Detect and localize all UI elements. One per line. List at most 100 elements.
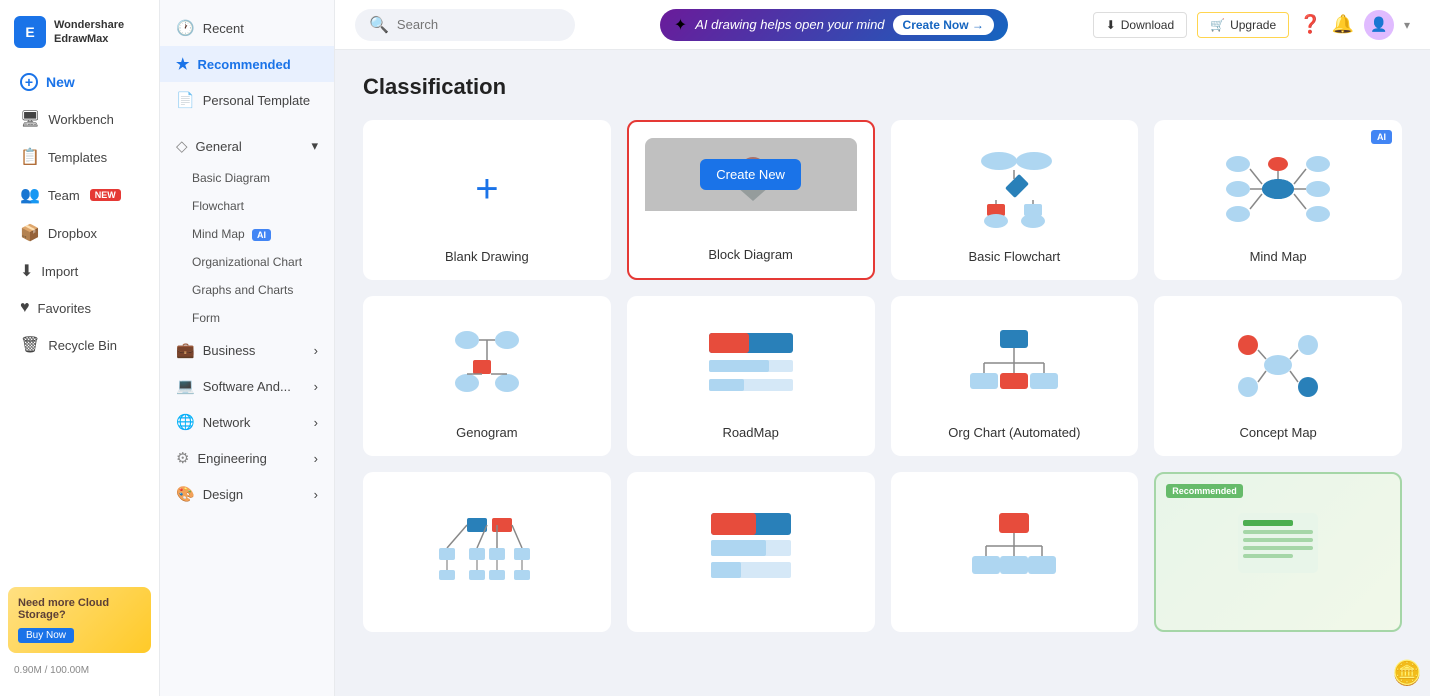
dropbox-icon: 📦 <box>20 223 40 243</box>
download-icon: ⬇ <box>1106 18 1116 32</box>
software-icon: 💻 <box>176 377 195 395</box>
network-chevron-icon: › <box>314 415 318 430</box>
import-icon: ⬇ <box>20 261 33 281</box>
concept-map-label: Concept Map <box>1239 425 1316 440</box>
recommended-icon-area <box>1172 490 1384 606</box>
sidebar-item-dropbox[interactable]: 📦 Dropbox <box>6 215 153 251</box>
mid-section-network[interactable]: 🌐 Network › <box>160 404 334 440</box>
search-box[interactable]: 🔍 <box>355 9 575 41</box>
template-card-blank-drawing[interactable]: + Blank Drawing <box>363 120 611 280</box>
flowchart-svg <box>969 149 1059 229</box>
sidebar-item-recycle[interactable]: 🗑 Recycle Bin <box>6 327 153 363</box>
blank-plus-icon: + <box>475 169 498 209</box>
ai-banner[interactable]: ✦ AI drawing helps open your mind Create… <box>660 9 1008 41</box>
mid-item-personal-template[interactable]: 📄 Personal Template <box>160 82 334 118</box>
row3-2-icon-area <box>643 488 859 608</box>
template-card-roadmap[interactable]: RoadMap <box>627 296 875 456</box>
mid-item-recommended[interactable]: ★ Recommended <box>160 46 334 82</box>
roadmap-icon-area <box>643 312 859 417</box>
page-title: Classification <box>363 74 1402 100</box>
recycle-icon: 🗑 <box>20 335 40 355</box>
sidebar-item-favorites[interactable]: ♥ Favorites <box>6 291 153 325</box>
help-icon[interactable]: ❓ <box>1299 14 1321 35</box>
content-area: Classification + Blank Drawing <box>335 50 1430 696</box>
sidebar-item-import[interactable]: ⬇ Import <box>6 253 153 289</box>
storage-indicator: 0.90M / 100.00M <box>0 661 159 684</box>
template-card-org-chart[interactable]: Org Chart (Automated) <box>891 296 1139 456</box>
templates-grid: + Blank Drawing Create New Block Diagram <box>363 120 1402 632</box>
row3-1-icon-area <box>379 488 595 608</box>
favorites-icon: ♥ <box>20 299 30 317</box>
app-name: Wondershare EdrawMax <box>54 18 124 47</box>
mid-sub-form[interactable]: Form <box>160 304 334 332</box>
workbench-icon: 🖥 <box>20 109 40 129</box>
download-button[interactable]: ⬇ Download <box>1093 12 1187 38</box>
create-now-button[interactable]: Create Now → <box>893 15 994 35</box>
mind-map-label: Mind Map <box>1250 249 1307 264</box>
orgchart-svg <box>964 325 1064 405</box>
mind-map-ai-badge: AI <box>252 229 271 241</box>
blank-drawing-icon-area: + <box>379 136 595 241</box>
mindmap-svg <box>1223 149 1333 229</box>
sidebar-item-team[interactable]: 👥 Team NEW <box>6 177 153 213</box>
buy-now-button[interactable]: Buy Now <box>18 628 74 643</box>
team-new-badge: NEW <box>90 189 121 201</box>
template-card-row3-3[interactable] <box>891 472 1139 632</box>
recommended-badge: Recommended <box>1166 484 1243 498</box>
mid-sub-org-chart[interactable]: Organizational Chart <box>160 248 334 276</box>
template-card-row3-1[interactable] <box>363 472 611 632</box>
row3-3-svg <box>964 508 1064 588</box>
roadmap-label: RoadMap <box>722 425 778 440</box>
mid-section-business[interactable]: 💼 Business › <box>160 332 334 368</box>
mid-item-recent[interactable]: 🕐 Recent <box>160 10 334 46</box>
mid-sub-mind-map[interactable]: Mind Map AI <box>160 220 334 248</box>
mid-section-software[interactable]: 💻 Software And... › <box>160 368 334 404</box>
search-input[interactable] <box>397 17 557 32</box>
sidebar-item-templates[interactable]: 📋 Templates <box>6 139 153 175</box>
plus-icon: + <box>20 73 38 91</box>
middle-panel: 🕐 Recent ★ Recommended 📄 Personal Templa… <box>160 0 335 696</box>
general-icon: ◇ <box>176 137 188 155</box>
user-avatar[interactable]: 👤 <box>1364 10 1394 40</box>
create-new-button[interactable]: Create New <box>700 159 801 190</box>
template-card-row3-2[interactable] <box>627 472 875 632</box>
general-chevron-icon: ▾ <box>311 138 318 154</box>
template-card-concept-map[interactable]: Concept Map <box>1154 296 1402 456</box>
business-icon: 💼 <box>176 341 195 359</box>
genogram-icon-area <box>379 312 595 417</box>
sidebar-item-workbench[interactable]: 🖥 Workbench <box>6 101 153 137</box>
ai-star-icon: ✦ <box>674 15 687 35</box>
mid-sub-basic-diagram[interactable]: Basic Diagram <box>160 164 334 192</box>
search-icon: 🔍 <box>369 15 389 35</box>
template-card-block-diagram[interactable]: Create New Block Diagram <box>627 120 875 280</box>
mid-section-design[interactable]: 🎨 Design › <box>160 476 334 512</box>
mid-sub-graphs-charts[interactable]: Graphs and Charts <box>160 276 334 304</box>
blank-drawing-label: Blank Drawing <box>445 249 529 264</box>
orgchart-icon-area <box>907 312 1123 417</box>
recommended-icon: ★ <box>176 55 189 73</box>
template-card-mind-map[interactable]: AI <box>1154 120 1402 280</box>
recommended-svg <box>1228 508 1328 588</box>
mid-section-engineering[interactable]: ⚙ Engineering › <box>160 440 334 476</box>
design-chevron-icon: › <box>314 487 318 502</box>
logo-icon: E <box>14 16 46 48</box>
template-card-basic-flowchart[interactable]: Basic Flowchart <box>891 120 1139 280</box>
personal-template-icon: 📄 <box>176 91 195 109</box>
mind-map-ai-corner-badge: AI <box>1371 130 1392 144</box>
mid-sub-flowchart[interactable]: Flowchart <box>160 192 334 220</box>
upgrade-button[interactable]: 🛒 Upgrade <box>1197 12 1289 38</box>
basic-flowchart-label: Basic Flowchart <box>969 249 1061 264</box>
notification-icon[interactable]: 🔔 <box>1332 14 1354 35</box>
template-card-genogram[interactable]: Genogram <box>363 296 611 456</box>
mindmap-icon-area <box>1170 136 1386 241</box>
engineering-icon: ⚙ <box>176 449 189 467</box>
block-diagram-icon-area: Create New <box>645 138 857 239</box>
create-new-overlay: Create New <box>645 138 857 211</box>
recent-icon: 🕐 <box>176 19 195 37</box>
template-card-recommended[interactable]: Recommended <box>1154 472 1402 632</box>
engineering-chevron-icon: › <box>314 451 318 466</box>
mid-section-general[interactable]: ◇ General ▾ <box>160 128 334 164</box>
avatar-chevron-icon[interactable]: ▾ <box>1404 18 1410 32</box>
new-button[interactable]: + New <box>6 65 153 99</box>
network-icon: 🌐 <box>176 413 195 431</box>
